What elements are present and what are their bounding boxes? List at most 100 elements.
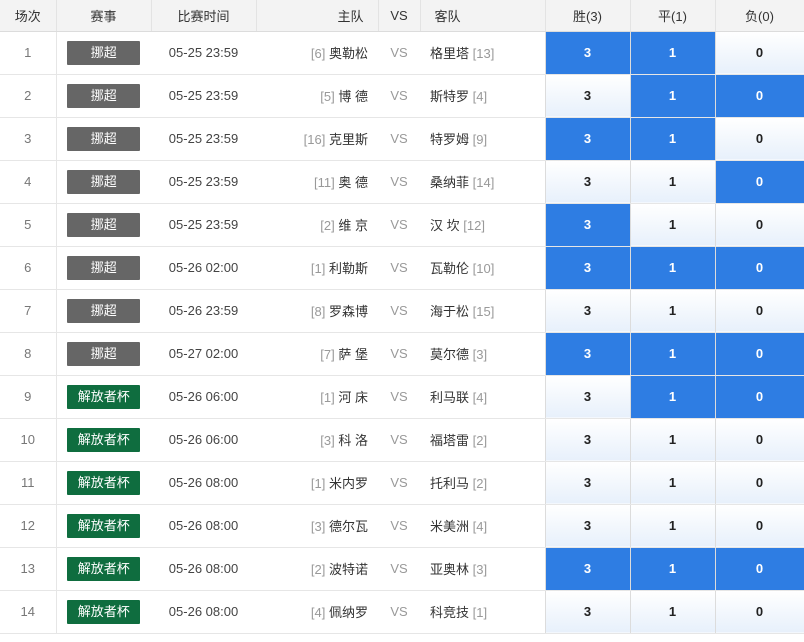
lose-option[interactable]: 0 <box>714 117 804 161</box>
home-team[interactable]: 德尔瓦 <box>329 519 368 534</box>
home-team[interactable]: 博 德 <box>338 89 368 104</box>
away-team[interactable]: 汉 坎 <box>430 218 460 233</box>
home-team[interactable]: 维 京 <box>338 218 368 233</box>
league-badge[interactable]: 挪超 <box>67 83 141 108</box>
away-team[interactable]: 海于松 <box>430 304 469 319</box>
draw-option[interactable]: 1 <box>629 375 716 419</box>
match-row: 11 解放者杯 05-26 08:00 [1] 米内罗 VS 托利马 [2] 3… <box>0 461 804 505</box>
lose-option[interactable]: 0 <box>714 375 804 419</box>
win-option[interactable]: 3 <box>544 504 631 548</box>
win-option[interactable]: 3 <box>544 246 631 290</box>
league-badge[interactable]: 解放者杯 <box>67 427 141 452</box>
league-badge[interactable]: 解放者杯 <box>67 513 141 538</box>
league-badge[interactable]: 挪超 <box>67 212 141 237</box>
match-time: 05-26 06:00 <box>151 375 256 419</box>
draw-option[interactable]: 1 <box>629 590 716 634</box>
win-option[interactable]: 3 <box>544 31 631 75</box>
draw-option[interactable]: 1 <box>629 418 716 462</box>
win-option[interactable]: 3 <box>544 418 631 462</box>
match-time: 05-26 08:00 <box>151 590 256 634</box>
league-cell: 解放者杯 <box>56 504 151 548</box>
away-team[interactable]: 斯特罗 <box>430 89 469 104</box>
lose-option[interactable]: 0 <box>714 246 804 290</box>
league-cell: 挪超 <box>56 31 151 75</box>
match-number: 6 <box>0 246 57 290</box>
win-option[interactable]: 3 <box>544 203 631 247</box>
match-time: 05-25 23:59 <box>151 31 256 75</box>
win-option[interactable]: 3 <box>544 375 631 419</box>
lose-option[interactable]: 0 <box>714 418 804 462</box>
win-option[interactable]: 3 <box>544 289 631 333</box>
lose-option[interactable]: 0 <box>714 547 804 591</box>
win-option[interactable]: 3 <box>544 590 631 634</box>
draw-option[interactable]: 1 <box>629 160 716 204</box>
win-option[interactable]: 3 <box>544 74 631 118</box>
away-team[interactable]: 托利马 <box>430 476 469 491</box>
league-badge[interactable]: 挪超 <box>67 298 141 323</box>
home-team[interactable]: 利勒斯 <box>329 261 368 276</box>
league-badge[interactable]: 挪超 <box>67 341 141 366</box>
league-badge[interactable]: 挪超 <box>67 255 141 280</box>
league-badge[interactable]: 解放者杯 <box>67 556 141 581</box>
draw-option[interactable]: 1 <box>629 504 716 548</box>
lose-option[interactable]: 0 <box>714 74 804 118</box>
home-team[interactable]: 科 洛 <box>338 433 368 448</box>
league-badge[interactable]: 挪超 <box>67 169 141 194</box>
draw-option[interactable]: 1 <box>629 31 716 75</box>
lose-option[interactable]: 0 <box>714 160 804 204</box>
away-team[interactable]: 利马联 <box>430 390 469 405</box>
lose-option[interactable]: 0 <box>714 31 804 75</box>
lose-option[interactable]: 0 <box>714 590 804 634</box>
away-team[interactable]: 格里塔 <box>430 46 469 61</box>
draw-option[interactable]: 1 <box>629 246 716 290</box>
away-rank: [13] <box>472 46 495 61</box>
win-option[interactable]: 3 <box>544 547 631 591</box>
away-team[interactable]: 瓦勒伦 <box>430 261 469 276</box>
away-team[interactable]: 福塔雷 <box>430 433 469 448</box>
away-team[interactable]: 特罗姆 <box>430 132 469 147</box>
away-team[interactable]: 亚奥林 <box>430 562 469 577</box>
lose-option[interactable]: 0 <box>714 504 804 548</box>
draw-option[interactable]: 1 <box>629 74 716 118</box>
draw-option[interactable]: 1 <box>629 547 716 591</box>
home-team[interactable]: 奥 德 <box>338 175 368 190</box>
league-badge[interactable]: 解放者杯 <box>67 470 141 495</box>
home-team[interactable]: 罗森博 <box>329 304 368 319</box>
league-badge[interactable]: 解放者杯 <box>67 599 141 624</box>
win-option[interactable]: 3 <box>544 461 631 505</box>
home-team[interactable]: 河 床 <box>338 390 368 405</box>
home-team[interactable]: 米内罗 <box>329 476 368 491</box>
league-badge[interactable]: 挪超 <box>67 126 141 151</box>
away-team[interactable]: 米美洲 <box>430 519 469 534</box>
home-team[interactable]: 克里斯 <box>329 132 368 147</box>
home-rank: [6] <box>310 46 326 61</box>
vs-label: VS <box>378 74 420 118</box>
home-team[interactable]: 波特诺 <box>329 562 368 577</box>
away-team[interactable]: 桑纳菲 <box>430 175 469 190</box>
draw-option[interactable]: 1 <box>629 203 716 247</box>
league-cell: 解放者杯 <box>56 547 151 591</box>
away-team[interactable]: 莫尔德 <box>430 347 469 362</box>
draw-option[interactable]: 1 <box>629 117 716 161</box>
home-team[interactable]: 萨 堡 <box>338 347 368 362</box>
draw-option[interactable]: 1 <box>629 289 716 333</box>
home-team[interactable]: 佩纳罗 <box>329 605 368 620</box>
draw-option[interactable]: 1 <box>629 332 716 376</box>
away-team[interactable]: 科竞技 <box>430 605 469 620</box>
league-badge[interactable]: 挪超 <box>67 40 141 65</box>
home-team[interactable]: 奥勒松 <box>329 46 368 61</box>
header-idx: 场次 <box>0 0 57 32</box>
lose-option[interactable]: 0 <box>714 289 804 333</box>
lose-option[interactable]: 0 <box>714 332 804 376</box>
lose-option[interactable]: 0 <box>714 461 804 505</box>
draw-option[interactable]: 1 <box>629 461 716 505</box>
match-row: 1 挪超 05-25 23:59 [6] 奥勒松 VS 格里塔 [13] 3 1… <box>0 31 804 75</box>
away-team-cell: 米美洲 [4] <box>420 504 545 548</box>
win-option[interactable]: 3 <box>544 332 631 376</box>
win-option[interactable]: 3 <box>544 160 631 204</box>
home-team-cell: [7] 萨 堡 <box>256 332 378 376</box>
league-badge[interactable]: 解放者杯 <box>67 384 141 409</box>
win-option[interactable]: 3 <box>544 117 631 161</box>
match-time: 05-26 08:00 <box>151 461 256 505</box>
lose-option[interactable]: 0 <box>714 203 804 247</box>
